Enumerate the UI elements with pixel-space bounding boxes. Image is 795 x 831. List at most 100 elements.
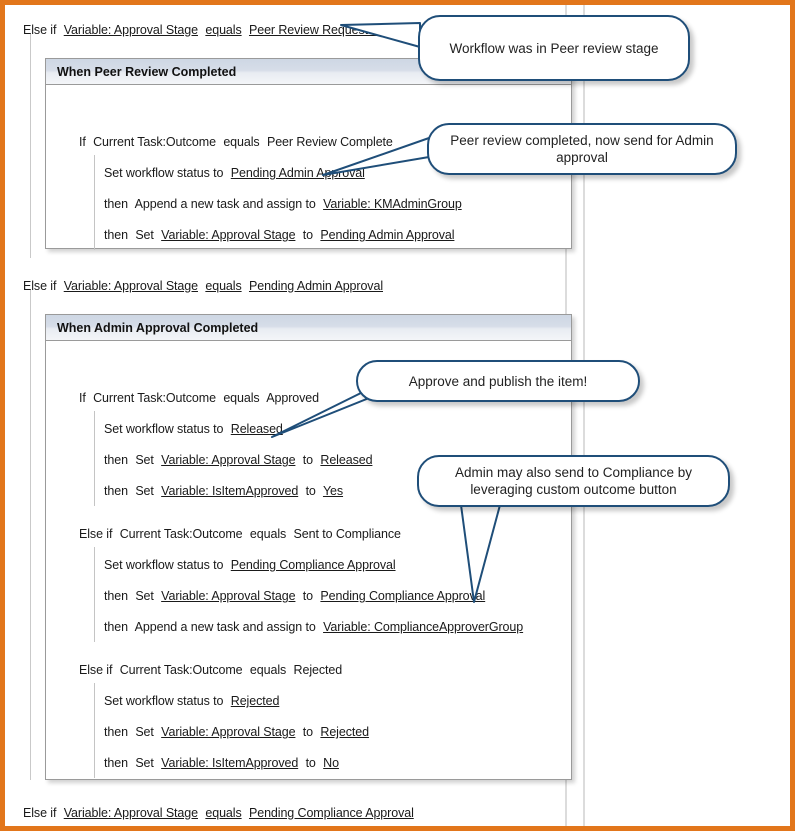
- statement-value[interactable]: Variable: ComplianceApproverGroup: [323, 620, 523, 634]
- statement-value[interactable]: Pending Admin Approval: [320, 228, 454, 242]
- branch-pending-admin[interactable]: Else if Variable: Approval Stage equals …: [23, 279, 383, 293]
- callout-text: Workflow was in Peer review stage: [449, 40, 659, 56]
- branch-pending-compliance[interactable]: Else if Variable: Approval Stage equals …: [23, 806, 414, 820]
- statement-row[interactable]: then Append a new task and assign to Var…: [104, 197, 462, 211]
- statement-row[interactable]: then Set Variable: Approval Stage to Rej…: [104, 725, 369, 739]
- statement-row[interactable]: then Set Variable: Approval Stage to Rel…: [104, 453, 373, 467]
- statement-text: Set workflow status to: [104, 422, 224, 436]
- branch-left-operand[interactable]: Variable: Approval Stage: [64, 806, 198, 820]
- condition-right-operand[interactable]: Peer Review Complete: [267, 135, 393, 149]
- condition-row[interactable]: Else if Current Task:Outcome equals Reje…: [79, 663, 342, 677]
- statement-row[interactable]: Set workflow status to Rejected: [104, 694, 279, 708]
- callout-text: Admin may also send to Compliance by lev…: [454, 465, 693, 497]
- branch-operator[interactable]: equals: [205, 279, 241, 293]
- branch-peer-review[interactable]: Else if Variable: Approval Stage equals …: [23, 23, 382, 37]
- statement-text: Set workflow status to: [104, 694, 224, 708]
- condition-left-operand[interactable]: Current Task:Outcome: [120, 527, 243, 541]
- condition-row[interactable]: If Current Task:Outcome equals Approved: [79, 391, 319, 405]
- statement-row[interactable]: Set workflow status to Pending Complianc…: [104, 558, 396, 572]
- panel-body-admin-approval: If Current Task:Outcome equals Approved …: [46, 341, 571, 779]
- statement-mid[interactable]: Variable: IsItemApproved: [161, 484, 298, 498]
- branch-right-operand[interactable]: Peer Review Requested: [249, 23, 382, 37]
- workflow-canvas: Else if Variable: Approval Stage equals …: [5, 5, 790, 826]
- callout-text: Peer review completed, now send for Admi…: [450, 133, 714, 165]
- statement-value[interactable]: Released: [231, 422, 283, 436]
- statement-text: Set: [135, 725, 154, 739]
- statement-to: to: [302, 589, 314, 603]
- statement-value[interactable]: Rejected: [231, 694, 280, 708]
- statement-value[interactable]: No: [323, 756, 339, 770]
- statement-mid[interactable]: Variable: Approval Stage: [161, 725, 295, 739]
- condition-operator[interactable]: equals: [223, 391, 259, 405]
- statement-text: Set: [135, 453, 154, 467]
- branch-right-operand[interactable]: Pending Admin Approval: [249, 279, 383, 293]
- statement-text: Set: [135, 484, 154, 498]
- statement-value[interactable]: Rejected: [320, 725, 369, 739]
- condition-prefix: If: [79, 135, 86, 149]
- statement-text: Set workflow status to: [104, 558, 224, 572]
- statement-value[interactable]: Pending Admin Approval: [231, 166, 365, 180]
- branch-rail-left-2: [30, 290, 31, 780]
- statement-prefix: then: [104, 453, 128, 467]
- condition-row[interactable]: Else if Current Task:Outcome equals Sent…: [79, 527, 401, 541]
- condition-operator[interactable]: equals: [223, 135, 259, 149]
- screenshot-root: Else if Variable: Approval Stage equals …: [0, 0, 795, 831]
- statement-row[interactable]: then Set Variable: Approval Stage to Pen…: [104, 589, 485, 603]
- statement-row[interactable]: then Set Variable: IsItemApproved to Yes: [104, 484, 343, 498]
- callout-send-admin-approval: Peer review completed, now send for Admi…: [427, 123, 737, 175]
- statement-row[interactable]: then Append a new task and assign to Var…: [104, 620, 523, 634]
- statement-row[interactable]: then Set Variable: IsItemApproved to No: [104, 756, 339, 770]
- statement-text: Append a new task and assign to: [134, 620, 316, 634]
- statement-prefix: then: [104, 197, 128, 211]
- statement-prefix: then: [104, 484, 128, 498]
- statement-to: to: [302, 725, 314, 739]
- statement-mid[interactable]: Variable: Approval Stage: [161, 453, 295, 467]
- condition-operator[interactable]: equals: [250, 663, 286, 677]
- condition-right-operand[interactable]: Rejected: [294, 663, 343, 677]
- condition-left-operand[interactable]: Current Task:Outcome: [93, 391, 216, 405]
- statement-value[interactable]: Released: [320, 453, 372, 467]
- callout-send-compliance: Admin may also send to Compliance by lev…: [417, 455, 730, 507]
- statement-prefix: then: [104, 756, 128, 770]
- branch-right-operand[interactable]: Pending Compliance Approval: [249, 806, 414, 820]
- condition-operator[interactable]: equals: [250, 527, 286, 541]
- statement-prefix: then: [104, 725, 128, 739]
- statement-rail: [94, 411, 95, 506]
- statement-value[interactable]: Pending Compliance Approval: [231, 558, 396, 572]
- statement-text: Set: [135, 756, 154, 770]
- statement-rail: [94, 547, 95, 642]
- statement-prefix: then: [104, 589, 128, 603]
- branch-operator[interactable]: equals: [205, 806, 241, 820]
- statement-mid[interactable]: Variable: Approval Stage: [161, 228, 295, 242]
- statement-text: Append a new task and assign to: [134, 197, 316, 211]
- branch-prefix: Else if: [23, 23, 57, 37]
- condition-row[interactable]: If Current Task:Outcome equals Peer Revi…: [79, 135, 393, 149]
- statement-text: Set: [135, 228, 154, 242]
- statement-row[interactable]: Set workflow status to Pending Admin App…: [104, 166, 365, 180]
- statement-rail: [94, 155, 95, 250]
- statement-row[interactable]: Set workflow status to Released: [104, 422, 283, 436]
- condition-right-operand[interactable]: Approved: [266, 391, 319, 405]
- statement-value[interactable]: Yes: [323, 484, 343, 498]
- condition-prefix: Else if: [79, 527, 113, 541]
- callout-peer-review-stage: Workflow was in Peer review stage: [418, 15, 690, 81]
- condition-left-operand[interactable]: Current Task:Outcome: [120, 663, 243, 677]
- statement-text: Set: [135, 589, 154, 603]
- statement-to: to: [302, 228, 314, 242]
- statement-rail: [94, 683, 95, 778]
- statement-value[interactable]: Variable: KMAdminGroup: [323, 197, 462, 211]
- branch-left-operand[interactable]: Variable: Approval Stage: [64, 23, 198, 37]
- statement-mid[interactable]: Variable: Approval Stage: [161, 589, 295, 603]
- condition-right-operand[interactable]: Sent to Compliance: [294, 527, 401, 541]
- branch-prefix: Else if: [23, 279, 57, 293]
- branch-left-operand[interactable]: Variable: Approval Stage: [64, 279, 198, 293]
- condition-left-operand[interactable]: Current Task:Outcome: [93, 135, 216, 149]
- branch-rail-left-1: [30, 33, 31, 258]
- statement-value[interactable]: Pending Compliance Approval: [320, 589, 485, 603]
- statement-to: to: [305, 484, 316, 498]
- statement-prefix: then: [104, 228, 128, 242]
- statement-text: Set workflow status to: [104, 166, 224, 180]
- branch-operator[interactable]: equals: [205, 23, 241, 37]
- statement-mid[interactable]: Variable: IsItemApproved: [161, 756, 298, 770]
- statement-row[interactable]: then Set Variable: Approval Stage to Pen…: [104, 228, 455, 242]
